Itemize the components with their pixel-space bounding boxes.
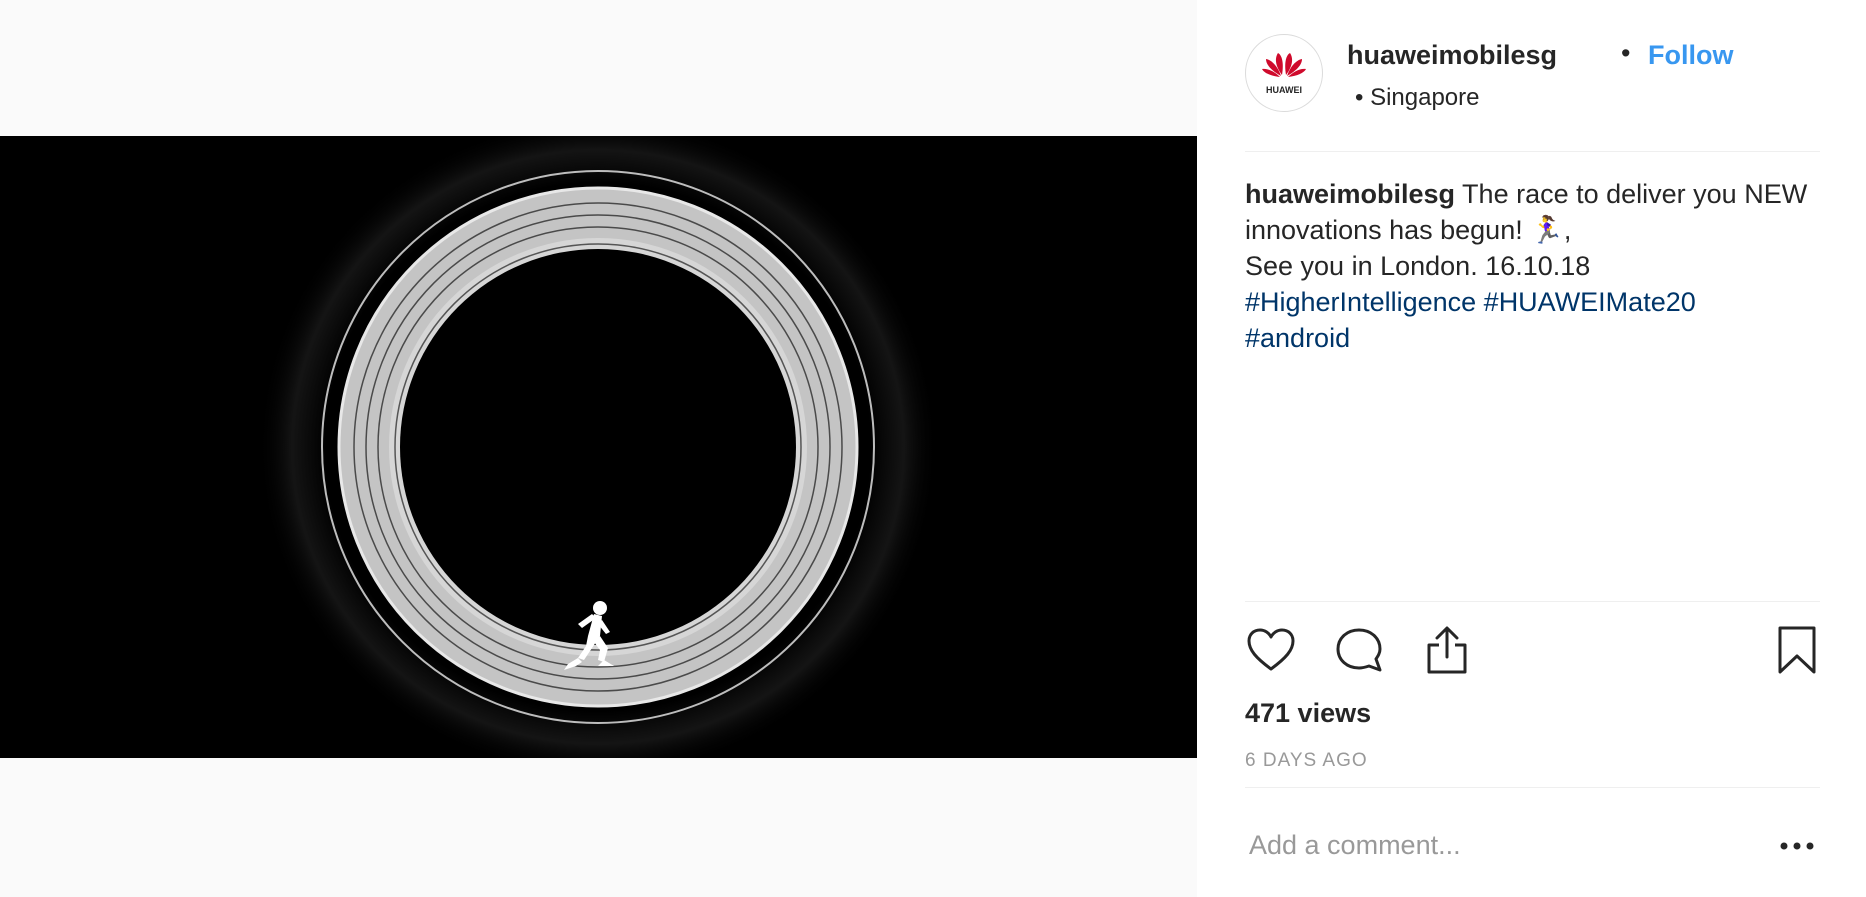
action-bar [1245,624,1820,680]
post-side-panel: HUAWEI huaweimobilesg • Follow • Singapo… [1197,0,1866,897]
post-header: HUAWEI huaweimobilesg • Follow • Singapo… [1245,34,1820,114]
huawei-logo-icon: HUAWEI [1262,53,1306,95]
post-location[interactable]: • Singapore [1355,84,1480,112]
comment-divider [1245,787,1820,788]
hashtag-link[interactable]: #android [1245,323,1350,353]
post-timestamp[interactable]: 6 DAYS AGO [1245,750,1368,772]
bookmark-icon [1778,626,1816,674]
comment-button[interactable] [1333,624,1385,676]
share-icon [1427,626,1467,674]
follow-button[interactable]: Follow [1648,40,1733,71]
caption-text-line2: See you in London. 16.10.18 [1245,251,1591,281]
heart-icon [1247,628,1295,671]
post-media-video[interactable] [0,136,1197,758]
share-button[interactable] [1421,624,1473,676]
hashtag-link[interactable]: #HUAWEIMate20 [1484,287,1696,317]
svg-text:HUAWEI: HUAWEI [1266,85,1302,95]
actions-divider [1245,601,1820,602]
media-pane [0,0,1197,897]
separator-dot: • [1621,38,1631,68]
comment-input[interactable] [1245,822,1753,868]
like-button[interactable] [1245,624,1297,676]
caption-username[interactable]: huaweimobilesg [1245,179,1455,209]
more-dots-icon [1780,842,1814,850]
post-username[interactable]: huaweimobilesg [1347,40,1557,71]
header-divider [1245,151,1820,152]
more-options-button[interactable] [1775,828,1819,864]
view-count[interactable]: 471 views [1245,698,1371,729]
running-track-ring-image [0,136,1197,758]
hashtag-link[interactable]: #HigherIntelligence [1245,287,1476,317]
post-caption: huaweimobilesg The race to deliver you N… [1245,176,1815,356]
comment-bubble-icon [1336,628,1382,672]
save-button[interactable] [1771,624,1823,676]
avatar[interactable]: HUAWEI [1245,34,1323,112]
